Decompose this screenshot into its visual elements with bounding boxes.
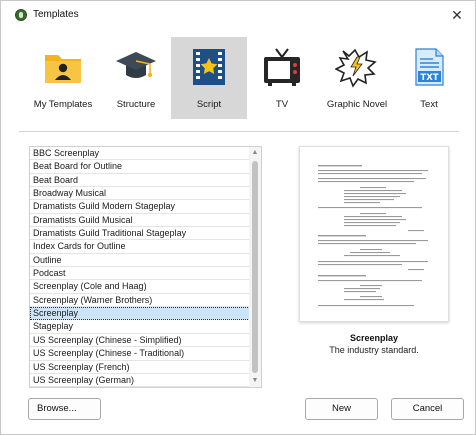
template-preview bbox=[299, 146, 449, 322]
template-list-item[interactable]: US Screenplay (Chinese - Traditional) bbox=[30, 347, 250, 361]
category-label: My Templates bbox=[33, 99, 93, 110]
category-my-templates[interactable]: My Templates bbox=[25, 37, 101, 119]
category-label: Structure bbox=[116, 99, 156, 110]
category-label: Text bbox=[420, 99, 438, 110]
category-graphic-novel[interactable]: Graphic Novel bbox=[319, 37, 395, 119]
templates-dialog: Templates ✕ My Templates Structure Scrip… bbox=[0, 0, 476, 435]
browse-button[interactable]: Browse... bbox=[28, 398, 101, 420]
category-divider bbox=[19, 131, 459, 132]
cancel-button[interactable]: Cancel bbox=[391, 398, 464, 420]
template-list-item[interactable]: Outline bbox=[30, 254, 250, 268]
tv-icon bbox=[260, 45, 304, 89]
category-bar: My Templates Structure Script TV Graphic… bbox=[19, 37, 465, 119]
svg-text:TXT: TXT bbox=[420, 73, 438, 83]
category-tv[interactable]: TV bbox=[244, 37, 320, 119]
template-list-item[interactable]: BBC Screenplay bbox=[30, 147, 250, 161]
template-list-item[interactable]: Stageplay bbox=[30, 320, 250, 334]
template-list-item[interactable]: Beat Board for Outline bbox=[30, 160, 250, 174]
category-label: Graphic Novel bbox=[326, 99, 388, 110]
template-list-item[interactable]: US Screenplay (French) bbox=[30, 361, 250, 374]
category-text[interactable]: TXT Text bbox=[391, 37, 467, 119]
category-label: TV bbox=[275, 99, 289, 110]
template-list-item[interactable]: Screenplay (Cole and Haag) bbox=[30, 280, 250, 294]
new-button[interactable]: New bbox=[305, 398, 378, 420]
template-list-item[interactable]: Podcast bbox=[30, 267, 250, 281]
template-list-item[interactable]: US Screenplay (Chinese - Simplified) bbox=[30, 334, 250, 348]
preview-description: The industry standard. bbox=[329, 345, 419, 355]
graduation-cap-icon bbox=[114, 45, 158, 89]
app-logo-icon bbox=[15, 9, 27, 21]
speech-bubble-icon bbox=[334, 45, 379, 89]
category-script[interactable]: Script bbox=[171, 37, 247, 119]
template-list-item[interactable]: Beat Board bbox=[30, 174, 250, 188]
scroll-down-icon[interactable]: ▼ bbox=[249, 375, 261, 387]
title-bar: Templates ✕ bbox=[1, 1, 475, 29]
preview-title: Screenplay bbox=[349, 333, 399, 343]
txt-file-icon: TXT bbox=[407, 45, 451, 89]
template-list-item[interactable]: Dramatists Guild Modern Stageplay bbox=[30, 200, 250, 214]
category-label: Script bbox=[196, 99, 222, 110]
scroll-up-icon[interactable]: ▲ bbox=[249, 147, 261, 159]
template-list-item[interactable]: Index Cards for Outline bbox=[30, 240, 250, 254]
template-list-item[interactable]: US Screenplay (German) bbox=[30, 374, 250, 387]
template-list[interactable]: BBC Screenplay Beat Board for Outline Beat… bbox=[29, 146, 262, 388]
template-list-item[interactable]: Dramatists Guild Traditional Stageplay bbox=[30, 227, 250, 241]
template-list-item[interactable]: Screenplay (Warner Brothers) bbox=[30, 294, 250, 308]
template-list-items: BBC Screenplay Beat Board for Outline Beat… bbox=[30, 147, 250, 387]
script-page-thumbnail bbox=[318, 165, 428, 307]
category-structure[interactable]: Structure bbox=[98, 37, 174, 119]
folder-user-icon bbox=[41, 45, 85, 89]
template-list-item[interactable]: Screenplay bbox=[30, 307, 250, 321]
list-scrollbar[interactable]: ▲ ▼ bbox=[249, 147, 261, 387]
scroll-thumb[interactable] bbox=[252, 161, 258, 373]
window-title: Templates bbox=[33, 9, 79, 20]
close-button[interactable]: ✕ bbox=[447, 5, 467, 25]
template-list-item[interactable]: Dramatists Guild Musical bbox=[30, 214, 250, 228]
film-star-icon bbox=[187, 45, 231, 89]
template-list-item[interactable]: Broadway Musical bbox=[30, 187, 250, 201]
